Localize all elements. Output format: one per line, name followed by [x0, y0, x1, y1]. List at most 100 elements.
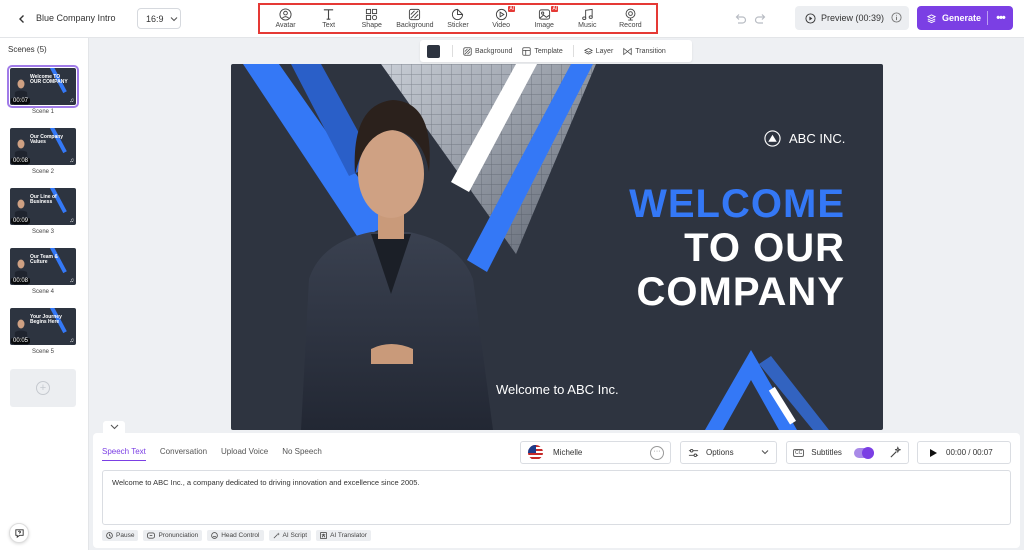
ai-script-icon [273, 532, 280, 539]
tool-text[interactable]: Text [308, 5, 350, 33]
voice-more-button[interactable]: ··· [650, 446, 664, 460]
chevron-left-icon [19, 15, 24, 23]
canvas-background-button[interactable]: Background [463, 46, 512, 56]
scene-canvas[interactable]: ABC INC. WELCOME TO OUR COMPANY Welcome … [231, 64, 883, 430]
aspect-ratio-select[interactable]: 16:9 [137, 8, 181, 29]
scene-preview: Our Company Values 00:08 ♫ [10, 128, 76, 165]
preview-label: Preview (00:39) [821, 13, 885, 23]
play-icon[interactable] [929, 448, 938, 458]
scene-thumb-text: Our Line of Business [30, 194, 57, 205]
scene-thumbnail[interactable]: Your Journey Begins Here 00:05 ♫ Scene 5 [10, 308, 76, 355]
chip-label: Head Control [221, 532, 260, 539]
ai-script-chip[interactable]: AI Script [268, 530, 312, 541]
music-note-icon: ♫ [69, 98, 75, 104]
tool-music[interactable]: Music [566, 5, 608, 33]
options-dropdown[interactable]: Options [680, 441, 777, 464]
speech-script-input[interactable]: Welcome to ABC Inc., a company dedicated… [102, 470, 1011, 525]
redo-icon[interactable] [754, 12, 768, 26]
tool-label: Video [492, 22, 510, 29]
divider [452, 45, 453, 57]
ai-translator-chip[interactable]: AI Translator [316, 530, 371, 541]
scene-thumbnail[interactable]: Our Team & Culture 00:08 ♫ Scene 4 [10, 248, 76, 295]
scenes-sidebar: Scenes (5) Welcome TO OUR COMPANY 00:07 ♫ S… [0, 38, 89, 550]
record-icon [625, 8, 636, 21]
magic-wand-icon[interactable] [889, 446, 902, 459]
generate-button[interactable]: Generate [917, 6, 987, 30]
transition-button[interactable]: Transition [623, 47, 666, 56]
tool-image[interactable]: AI Image [523, 5, 565, 33]
subtitles-control: CC Subtitles [786, 441, 909, 464]
headline-line-2: TO OUR [684, 226, 845, 270]
shape-icon [366, 8, 378, 21]
more-options-button[interactable]: ••• [988, 12, 1013, 24]
tool-video[interactable]: AI Video [480, 5, 522, 33]
layer-icon [583, 47, 593, 55]
sliders-icon [688, 448, 699, 457]
chip-label: Pronunciation [158, 532, 199, 539]
subtitles-label: Subtitles [811, 448, 842, 457]
tab-conversation[interactable]: Conversation [160, 447, 207, 461]
project-title[interactable]: Blue Company Intro [36, 13, 116, 23]
scene-label: Scene 3 [31, 229, 55, 235]
generate-button-group: Generate ••• [917, 6, 1013, 30]
preview-button[interactable]: Preview (00:39) [795, 6, 909, 30]
tool-sticker[interactable]: Sticker [437, 5, 479, 33]
closed-caption-icon: CC [793, 448, 805, 457]
headline-line-1: WELCOME [629, 182, 845, 226]
scene-preview: Welcome TO OUR COMPANY 00:07 ♫ [7, 65, 79, 108]
corner-logo-graphic [705, 350, 829, 430]
music-note-icon: ♫ [69, 338, 75, 344]
info-icon[interactable] [891, 12, 902, 23]
chip-label: Pause [116, 532, 135, 539]
scene-preview: Our Team & Culture 00:08 ♫ [10, 248, 76, 285]
template-label: Template [534, 47, 563, 55]
app-root: Blue Company Intro 16:9 Avatar Text Shap… [0, 0, 1024, 550]
back-button[interactable] [12, 9, 32, 29]
tool-shape[interactable]: Shape [351, 5, 393, 33]
layer-button[interactable]: Layer [583, 47, 613, 56]
ai-badge: AI [551, 5, 559, 12]
divider [572, 45, 574, 57]
scene-thumbnail[interactable]: Our Line of Business 00:09 ♫ Scene 3 [10, 188, 76, 235]
music-note-icon: ♫ [69, 158, 75, 164]
chevron-down-icon [170, 16, 177, 21]
voice-selector[interactable]: Michelle ··· [520, 441, 671, 464]
subtitles-toggle[interactable] [854, 447, 874, 459]
tool-record[interactable]: Record [609, 5, 651, 33]
scene-thumbnail[interactable]: Our Company Values 00:08 ♫ Scene 2 [10, 128, 76, 175]
background-icon [463, 46, 472, 56]
undo-icon[interactable] [733, 12, 747, 26]
tool-label: Text [322, 22, 336, 29]
options-label: Options [706, 448, 734, 457]
transition-label: Transition [635, 47, 666, 55]
tool-background[interactable]: Background [394, 5, 436, 33]
voice-name: Michelle [553, 448, 583, 457]
scene-thumb-text: Our Company Values [30, 134, 64, 145]
background-icon [409, 8, 421, 21]
add-scene-button[interactable]: + [10, 369, 76, 407]
audio-player[interactable]: 00:00 / 00:07 [917, 441, 1011, 464]
tab-no-speech[interactable]: No Speech [282, 447, 322, 461]
scene-preview: Our Line of Business 00:09 ♫ [10, 188, 76, 225]
tab-upload-voice[interactable]: Upload Voice [221, 447, 268, 461]
translate-icon [320, 532, 328, 539]
collapse-panel-button[interactable] [103, 421, 125, 433]
tool-avatar[interactable]: Avatar [265, 5, 307, 33]
tab-speech-text[interactable]: Speech Text [102, 447, 146, 461]
sticker-icon [452, 8, 464, 21]
template-button[interactable]: Template [522, 46, 563, 56]
text-icon [324, 9, 334, 20]
tool-label: Avatar [275, 22, 296, 29]
video-icon [495, 8, 507, 21]
scene-thumbnail[interactable]: Welcome TO OUR COMPANY 00:07 ♫ Scene 1 [7, 65, 79, 115]
tool-label: Music [578, 22, 597, 29]
play-circle-icon [805, 12, 816, 24]
speech-panel: Speech Text Conversation Upload Voice No… [93, 433, 1020, 548]
head-control-chip[interactable]: Head Control [207, 530, 264, 541]
background-color-swatch[interactable] [427, 44, 440, 58]
brand-name: ABC INC. [789, 131, 846, 146]
help-button[interactable] [9, 523, 29, 543]
pause-chip[interactable]: Pause [102, 530, 139, 541]
pronunciation-chip[interactable]: Pronunciation [143, 530, 203, 541]
chevron-down-icon [761, 450, 769, 455]
